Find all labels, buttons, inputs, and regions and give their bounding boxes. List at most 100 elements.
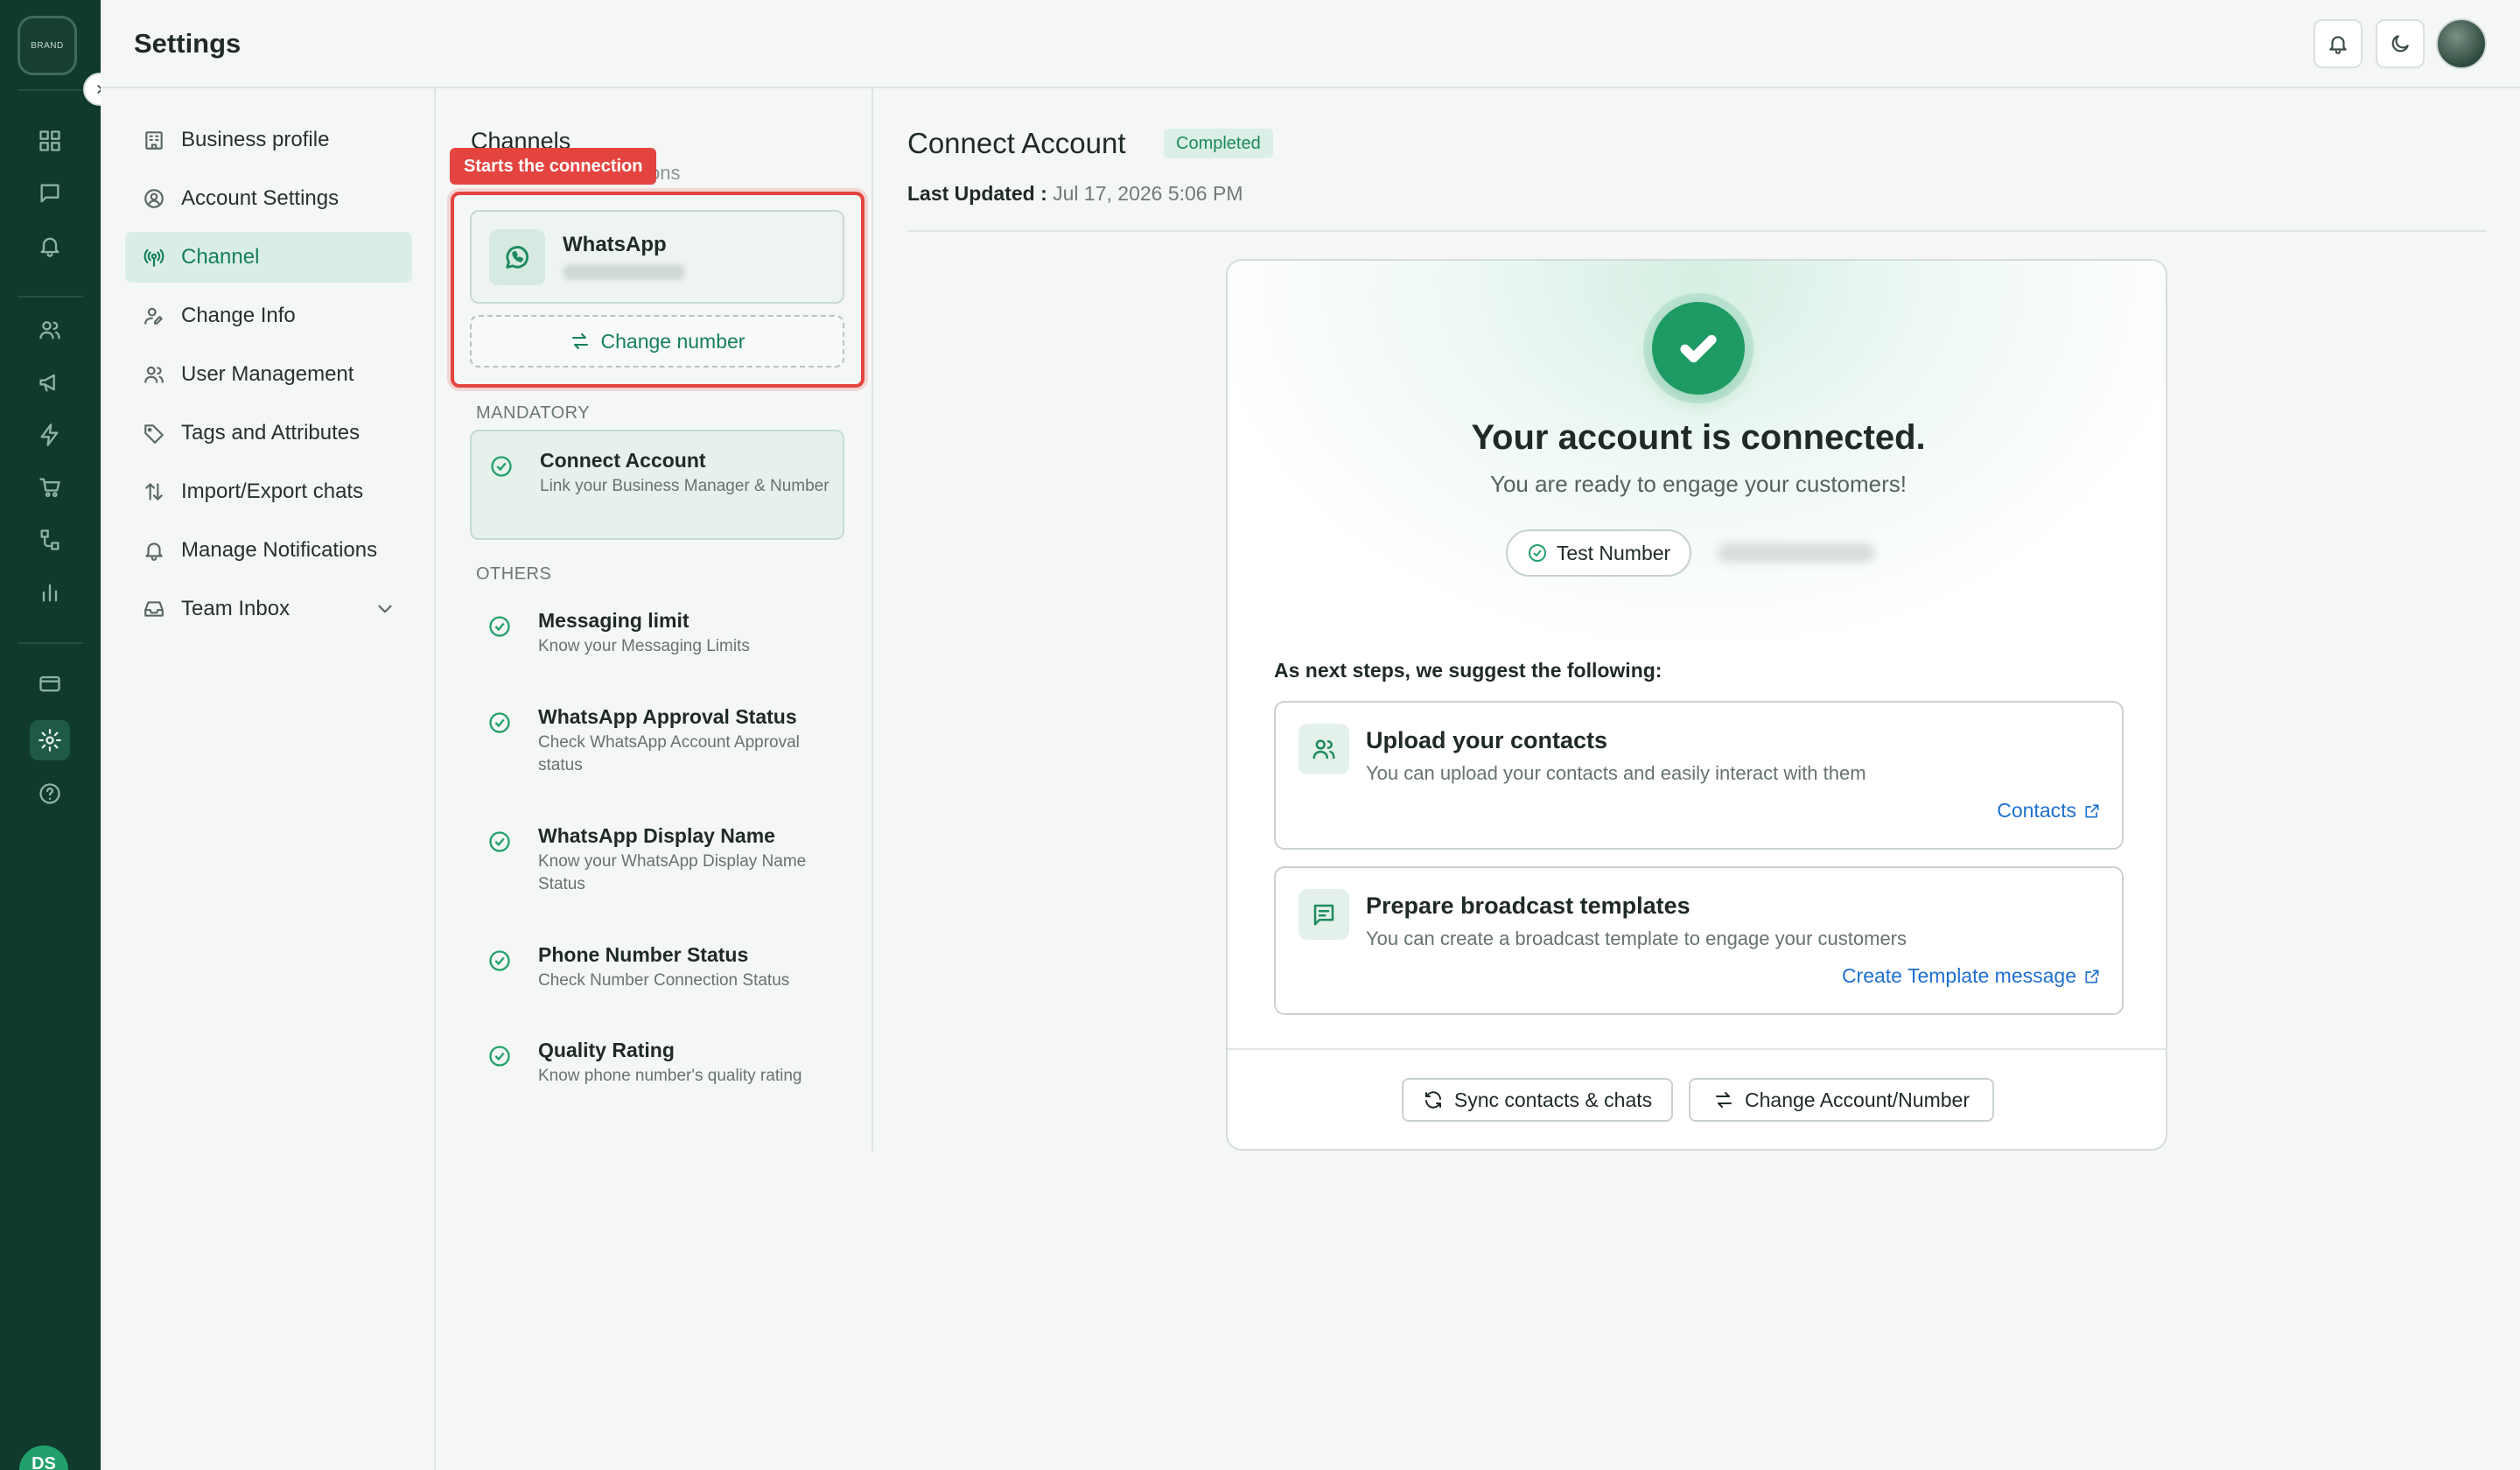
nav-item-label: Change Info: [181, 304, 296, 327]
nav-item-account-settings[interactable]: Account Settings: [125, 173, 412, 224]
bell-icon: [145, 542, 163, 561]
broadcast-icon: [144, 248, 164, 267]
contacts-link[interactable]: Contacts: [1997, 799, 2101, 822]
divider: [907, 230, 2487, 232]
step-desc: Know your WhatsApp Display Name Status: [538, 852, 807, 893]
create-template-link[interactable]: Create Template message: [1842, 964, 2101, 988]
swap-icon: [571, 333, 588, 349]
nav-item-channel[interactable]: Channel: [125, 232, 412, 283]
last-updated: Last Updated : Jul 17, 2026 5:06 PM: [907, 182, 1243, 206]
button-label: Sync contacts & chats: [1453, 1088, 1653, 1111]
nav-item-change-info[interactable]: Change Info: [125, 290, 412, 341]
chart-icon[interactable]: [30, 572, 70, 612]
megaphone-icon[interactable]: [30, 362, 70, 402]
user-circle-icon: [144, 189, 164, 208]
nav-item-business-profile[interactable]: Business profile: [125, 115, 412, 165]
nav-item-label: Import/Export chats: [181, 480, 364, 503]
channels-panel: Channels ctions Starts the connection Wh…: [438, 88, 873, 1152]
moon-icon: [2391, 35, 2409, 52]
change-number-button[interactable]: Change number: [470, 315, 844, 368]
rail-divider: [18, 642, 83, 644]
help-icon[interactable]: [30, 774, 70, 814]
top-header: Settings: [101, 0, 2520, 88]
last-updated-label: Last Updated :: [907, 182, 1047, 205]
users-icon: [144, 366, 164, 383]
nav-item-import-export[interactable]: Import/Export chats: [125, 466, 412, 517]
user-avatar-initials[interactable]: DS: [19, 1446, 68, 1470]
building-icon: [145, 131, 163, 150]
step-quality-rating[interactable]: Quality Rating Know phone number's quali…: [470, 1021, 844, 1109]
phone-number-redacted: [1718, 543, 1875, 563]
others-section-label: OTHERS: [476, 564, 552, 584]
check-circle-icon: [487, 830, 512, 854]
bell-icon[interactable]: [30, 226, 70, 266]
whatsapp-channel-card[interactable]: WhatsApp: [470, 210, 844, 304]
change-account-button[interactable]: Change Account/Number: [1689, 1078, 1994, 1122]
arrows-updown-icon: [145, 483, 163, 500]
external-link-icon: [2085, 804, 2099, 817]
nav-item-tags-attributes[interactable]: Tags and Attributes: [125, 408, 412, 458]
step-phone-status[interactable]: Phone Number Status Check Number Connect…: [470, 926, 844, 1013]
suggestion-desc: You can create a broadcast template to e…: [1366, 928, 1908, 949]
chevron-down-icon[interactable]: [374, 598, 396, 620]
profile-avatar[interactable]: [2436, 18, 2487, 69]
nav-item-user-management[interactable]: User Management: [125, 349, 412, 400]
dark-mode-toggle[interactable]: [2376, 19, 2425, 68]
nav-item-label: Manage Notifications: [181, 538, 378, 562]
check-circle-icon: [487, 948, 512, 973]
step-title: Connect Account: [540, 449, 706, 472]
rail-divider: [18, 89, 83, 91]
test-number-label: Test Number: [1556, 541, 1671, 564]
brand-logo[interactable]: BRAND: [18, 16, 77, 75]
message-icon: [1298, 889, 1349, 940]
step-desc: Know your Messaging Limits: [538, 637, 750, 655]
check-icon: [1652, 302, 1745, 395]
chat-icon[interactable]: [30, 173, 70, 214]
step-title: WhatsApp Approval Status: [538, 705, 797, 728]
card-footer-divider: [1228, 1048, 2166, 1050]
inbox-icon: [144, 601, 164, 617]
swap-icon: [1716, 1092, 1732, 1108]
connection-status-card: Your account is connected. You are ready…: [1226, 259, 2167, 1151]
sync-contacts-button[interactable]: Sync contacts & chats: [1402, 1078, 1673, 1122]
step-messaging-limit[interactable]: Messaging limit Know your Messaging Limi…: [470, 592, 844, 679]
users-icon[interactable]: [30, 310, 70, 350]
step-title: WhatsApp Display Name: [538, 824, 775, 847]
rail-divider: [18, 296, 83, 298]
cart-icon[interactable]: [30, 467, 70, 508]
step-title: Quality Rating: [538, 1039, 675, 1061]
suggestion-desc: You can upload your contacts and easily …: [1366, 762, 1866, 784]
card-icon[interactable]: [30, 663, 70, 704]
nav-item-label: Tags and Attributes: [181, 421, 360, 444]
nav-item-label: Team Inbox: [181, 597, 290, 620]
check-circle-icon: [487, 1044, 512, 1068]
status-badge: Completed: [1164, 129, 1273, 158]
mandatory-section-label: MANDATORY: [476, 403, 591, 423]
settings-icon[interactable]: [30, 720, 70, 760]
step-display-name[interactable]: WhatsApp Display Name Know your WhatsApp…: [470, 807, 844, 916]
step-desc: Link your Business Manager & Number: [540, 477, 830, 495]
suggestion-title: Prepare broadcast templates: [1366, 892, 1690, 919]
notifications-button[interactable]: [2314, 19, 2362, 68]
check-circle-icon: [1528, 544, 1546, 562]
next-steps-label: As next steps, we suggest the following:: [1274, 659, 1662, 682]
check-circle-icon: [487, 614, 512, 639]
nav-item-team-inbox[interactable]: Team Inbox: [125, 584, 412, 634]
dashboard-icon[interactable]: [30, 121, 70, 161]
nav-item-label: Account Settings: [181, 186, 340, 210]
nav-item-label: User Management: [181, 362, 354, 386]
user-edit-icon: [144, 307, 163, 325]
suggestion-broadcast-templates: Prepare broadcast templates You can crea…: [1274, 866, 2124, 1015]
step-approval-status[interactable]: WhatsApp Approval Status Check WhatsApp …: [470, 688, 844, 797]
bolt-icon[interactable]: [30, 415, 70, 455]
step-title: Phone Number Status: [538, 943, 749, 966]
step-connect-account[interactable]: Connect Account Link your Business Manag…: [470, 430, 844, 540]
flow-icon[interactable]: [30, 520, 70, 560]
section-title: Connect Account: [907, 127, 1126, 159]
card-subheading: You are ready to engage your customers!: [1490, 471, 1907, 497]
tag-icon: [144, 424, 164, 444]
nav-item-manage-notifications[interactable]: Manage Notifications: [125, 525, 412, 576]
external-link-icon: [2085, 970, 2099, 983]
suggestion-title: Upload your contacts: [1366, 727, 1608, 753]
whatsapp-number-redacted: [563, 264, 685, 280]
